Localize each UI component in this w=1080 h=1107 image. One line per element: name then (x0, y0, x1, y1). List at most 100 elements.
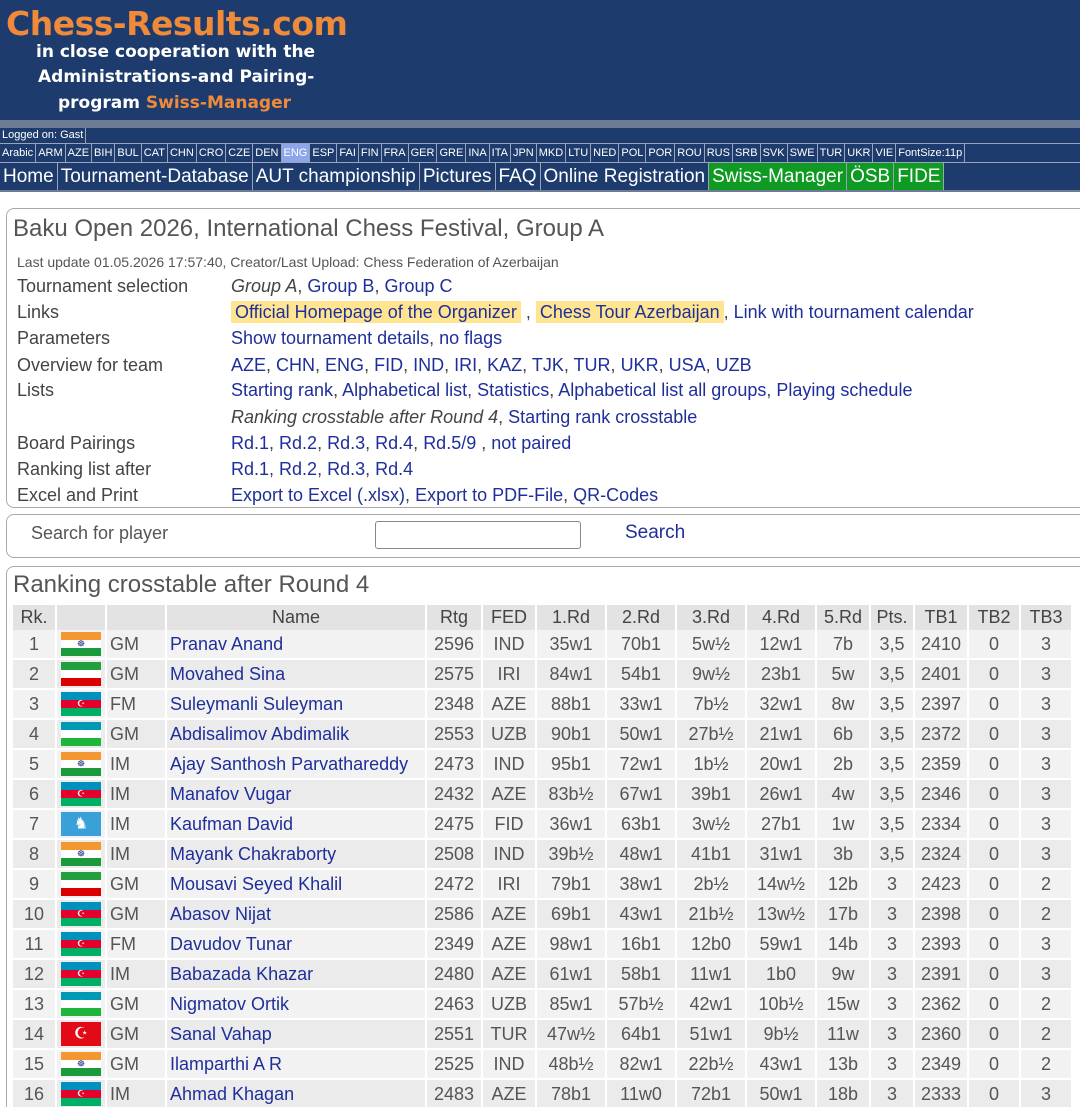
lang-fra[interactable]: FRA (382, 144, 409, 162)
cell-name[interactable]: Ajay Santhosh Parvathareddy (166, 749, 427, 780)
ranking-link-rd-2[interactable]: Rd.2 (279, 459, 317, 479)
cell-name[interactable]: Sanal Vahap (166, 1019, 427, 1050)
ranking-link-rd-4[interactable]: Rd.4 (375, 459, 413, 479)
team-link-usa[interactable]: USA (669, 355, 706, 375)
cell-name[interactable]: Manafov Vugar (166, 779, 427, 810)
cell-name[interactable]: Movahed Sina (166, 659, 427, 690)
lang-tur[interactable]: TUR (818, 144, 846, 162)
list-link-alphabetical-list-all-groups[interactable]: Alphabetical list all groups (558, 380, 766, 400)
lang-cat[interactable]: CAT (142, 144, 168, 162)
menu-pictures[interactable]: Pictures (420, 163, 496, 190)
cell-name[interactable]: Abasov Nijat (166, 899, 427, 930)
export-link-export-to-excel-xlsx[interactable]: Export to Excel (.xlsx) (231, 485, 405, 505)
lang-arabic[interactable]: Arabic (0, 144, 37, 162)
team-link-eng[interactable]: ENG (325, 355, 364, 375)
list-link-playing-schedule[interactable]: Playing schedule (776, 380, 912, 400)
team-link-uzb[interactable]: UZB (716, 355, 752, 375)
lang-ita[interactable]: ITA (490, 144, 511, 162)
list-link-alphabetical-list[interactable]: Alphabetical list (342, 380, 467, 400)
list-link-starting-rank[interactable]: Starting rank (231, 380, 333, 400)
cell-name[interactable]: Mayank Chakraborty (166, 839, 427, 870)
lang-ina[interactable]: INA (466, 144, 490, 162)
pairing-link-rd-5-9[interactable]: Rd.5/9 (423, 433, 476, 453)
cell-name[interactable]: Ilamparthi A R (166, 1049, 427, 1080)
menu-sb[interactable]: ÖSB (847, 163, 895, 190)
team-link-kaz[interactable]: KAZ (487, 355, 522, 375)
lang-swe[interactable]: SWE (788, 144, 818, 162)
lang-svk[interactable]: SVK (761, 144, 788, 162)
lang-fin[interactable]: FIN (359, 144, 382, 162)
pairing-link-rd-3[interactable]: Rd.3 (327, 433, 365, 453)
chess-tour-link[interactable]: Chess Tour Azerbaijan (535, 301, 724, 323)
menu-swiss-manager[interactable]: Swiss-Manager (709, 163, 848, 190)
lang-ukr[interactable]: UKR (845, 144, 874, 162)
lang-esp[interactable]: ESP (310, 144, 338, 162)
cell-name[interactable]: Pranav Anand (166, 630, 427, 660)
pairing-link-rd-1[interactable]: Rd.1 (231, 433, 269, 453)
team-link-tjk[interactable]: TJK (532, 355, 564, 375)
lang-por[interactable]: POR (646, 144, 676, 162)
lang-chn[interactable]: CHN (168, 144, 197, 162)
team-link-iri[interactable]: IRI (454, 355, 477, 375)
pairing-link-rd-2[interactable]: Rd.2 (279, 433, 317, 453)
cell-name[interactable]: Mousavi Seyed Khalil (166, 869, 427, 900)
lang-rus[interactable]: RUS (705, 144, 733, 162)
lang-mkd[interactable]: MKD (537, 144, 567, 162)
lang-gre[interactable]: GRE (437, 144, 467, 162)
cell-name[interactable]: Kaufman David (166, 809, 427, 840)
cell-name[interactable]: Abdisalimov Abdimalik (166, 719, 427, 750)
cell-name[interactable]: Babazada Khazar (166, 959, 427, 990)
organizer-homepage-link[interactable]: Official Homepage of the Organizer (231, 301, 521, 323)
not-paired-link[interactable]: not paired (491, 433, 571, 453)
lang-ltu[interactable]: LTU (566, 144, 592, 162)
no-flags-link[interactable]: no flags (439, 328, 502, 348)
lang-fai[interactable]: FAI (337, 144, 359, 162)
lang-fontsize-11p[interactable]: FontSize:11p (896, 144, 966, 162)
lang-eng[interactable]: ENG (281, 144, 311, 162)
lang-rou[interactable]: ROU (675, 144, 705, 162)
starting-rank-crosstable-link[interactable]: Starting rank crosstable (508, 407, 697, 427)
group-b-link[interactable]: Group B (307, 276, 374, 296)
menu-tournament-database[interactable]: Tournament-Database (58, 163, 253, 190)
lang-jpn[interactable]: JPN (511, 144, 537, 162)
ranking-link-rd-1[interactable]: Rd.1 (231, 459, 269, 479)
lang-ger[interactable]: GER (409, 144, 438, 162)
cell-name[interactable]: Nigmatov Ortik (166, 989, 427, 1020)
export-link-export-to-pdf-file[interactable]: Export to PDF-File (415, 485, 563, 505)
team-link-aze[interactable]: AZE (231, 355, 266, 375)
team-link-tur[interactable]: TUR (574, 355, 611, 375)
team-link-ind[interactable]: IND (413, 355, 444, 375)
cell-name[interactable]: Davudov Tunar (166, 929, 427, 960)
team-link-chn[interactable]: CHN (276, 355, 315, 375)
lang-bul[interactable]: BUL (115, 144, 142, 162)
menu-home[interactable]: Home (0, 163, 58, 190)
lang-vie[interactable]: VIE (873, 144, 897, 162)
menu-online-registration[interactable]: Online Registration (541, 163, 710, 190)
menu-fide[interactable]: FIDE (894, 163, 945, 190)
site-logo[interactable]: Chess-Results.com (6, 4, 348, 43)
lang-den[interactable]: DEN (253, 144, 282, 162)
lang-aze[interactable]: AZE (66, 144, 93, 162)
lang-arm[interactable]: ARM (36, 144, 66, 162)
lang-cro[interactable]: CRO (197, 144, 227, 162)
group-c-link[interactable]: Group C (384, 276, 452, 296)
lang-ned[interactable]: NED (591, 144, 620, 162)
lang-cze[interactable]: CZE (226, 144, 254, 162)
team-link-fid[interactable]: FID (374, 355, 403, 375)
list-link-statistics[interactable]: Statistics (477, 380, 549, 400)
lang-pol[interactable]: POL (619, 144, 647, 162)
ranking-link-rd-3[interactable]: Rd.3 (327, 459, 365, 479)
calendar-link[interactable]: Link with tournament calendar (734, 302, 974, 322)
show-details-link[interactable]: Show tournament details (231, 328, 429, 348)
menu-aut-championship[interactable]: AUT championship (253, 163, 420, 190)
cell-tb2: 0 (968, 689, 1021, 720)
search-player-input[interactable] (375, 521, 581, 549)
lang-srb[interactable]: SRB (733, 144, 761, 162)
menu-faq[interactable]: FAQ (496, 163, 541, 190)
cell-name[interactable]: Suleymanli Suleyman (166, 689, 427, 720)
lang-bih[interactable]: BIH (92, 144, 116, 162)
export-link-qr-codes[interactable]: QR-Codes (573, 485, 658, 505)
search-button[interactable]: Search (625, 522, 685, 544)
team-link-ukr[interactable]: UKR (621, 355, 659, 375)
pairing-link-rd-4[interactable]: Rd.4 (375, 433, 413, 453)
